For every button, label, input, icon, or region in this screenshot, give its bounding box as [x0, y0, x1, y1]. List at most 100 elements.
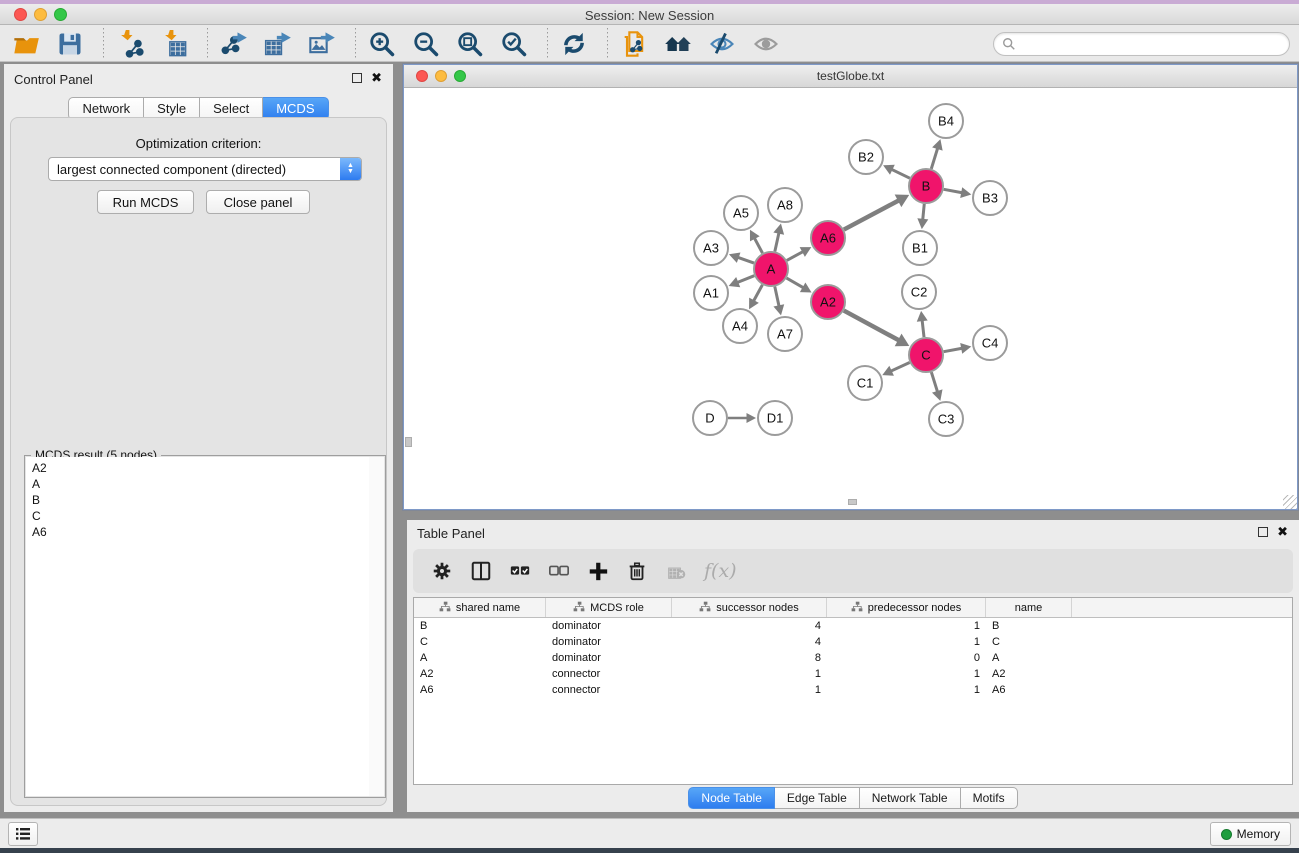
graph-edge-C-C1[interactable]	[891, 363, 910, 372]
table-cell[interactable]: B	[986, 620, 1072, 632]
table-cell[interactable]: dominator	[546, 636, 672, 648]
run-mcds-button[interactable]: Run MCDS	[97, 190, 194, 214]
eye-button[interactable]	[752, 30, 780, 58]
graph-edge-A-A7[interactable]	[775, 287, 779, 307]
table-cell[interactable]: A6	[986, 684, 1072, 696]
new-network-from-selection-icon[interactable]	[620, 30, 648, 63]
graph-edge-B-B4[interactable]	[931, 148, 937, 169]
table-cell[interactable]: C	[414, 636, 546, 648]
select-all-icon[interactable]	[509, 560, 531, 587]
export-network-button[interactable]	[220, 30, 248, 58]
tab-edge-table[interactable]: Edge Table	[775, 787, 860, 809]
result-list-item[interactable]: C	[26, 508, 369, 524]
tab-network-table[interactable]: Network Table	[860, 787, 961, 809]
zoom-fit-button[interactable]	[456, 30, 484, 58]
zoom-out-button[interactable]	[412, 30, 440, 58]
table-row[interactable]: Bdominator41B	[414, 618, 1292, 634]
table-cell[interactable]: 1	[827, 684, 986, 696]
save-icon[interactable]	[56, 30, 84, 63]
split-panel-button[interactable]	[470, 560, 492, 582]
home-icon[interactable]	[664, 30, 692, 63]
close-panel-icon[interactable]: ✖	[371, 73, 382, 83]
table-cell[interactable]: dominator	[546, 652, 672, 664]
home-button[interactable]	[664, 30, 692, 58]
graph-edge-A6-B[interactable]	[844, 200, 899, 229]
deselect-all-button[interactable]	[548, 560, 570, 582]
table-cell[interactable]: 1	[827, 620, 986, 632]
network-canvas[interactable]: B4B2BB3A8A5A6A3B1AA1C2A2A4A7C4CC1C3DD1	[404, 88, 1297, 509]
table-row[interactable]: Adominator80A	[414, 650, 1292, 666]
refresh-icon[interactable]	[560, 30, 588, 63]
result-list-item[interactable]: A2	[26, 460, 369, 476]
graph-edge-A-A2[interactable]	[787, 278, 804, 288]
graph-edge-A-A5[interactable]	[754, 238, 762, 253]
table-cell[interactable]: 0	[827, 652, 986, 664]
graph-edge-B-B2[interactable]	[891, 169, 909, 178]
table-cell[interactable]: A	[414, 652, 546, 664]
split-panel-icon[interactable]	[470, 560, 492, 587]
open-folder-icon[interactable]	[12, 30, 40, 63]
graph-edge-C-C3[interactable]	[931, 372, 937, 392]
gear-icon[interactable]	[431, 560, 453, 587]
column-header-shared-name[interactable]: shared name	[414, 598, 546, 617]
export-image-button[interactable]	[308, 30, 336, 58]
column-header-predecessor-nodes[interactable]: predecessor nodes	[827, 598, 986, 617]
memory-button[interactable]: Memory	[1210, 822, 1291, 846]
zoom-out-icon[interactable]	[412, 30, 440, 63]
criterion-dropdown[interactable]: largest connected component (directed) ▲…	[48, 157, 362, 181]
graph-edge-A2-C[interactable]	[844, 311, 899, 341]
graph-edge-A-A4[interactable]	[754, 285, 763, 301]
export-table-button[interactable]	[264, 30, 292, 58]
table-cell[interactable]: A2	[414, 668, 546, 680]
network-vscroll-thumb[interactable]	[405, 437, 412, 447]
delete-button[interactable]	[626, 560, 648, 582]
close-panel-button[interactable]: Close panel	[206, 190, 310, 214]
table-float-panel-icon[interactable]	[1258, 527, 1268, 537]
graph-edge-A-A1[interactable]	[737, 276, 754, 283]
column-header-MCDS-role[interactable]: MCDS role	[546, 598, 672, 617]
export-table-icon[interactable]	[264, 30, 292, 63]
graph-edge-B-B3[interactable]	[944, 189, 962, 192]
network-hscroll-thumb[interactable]	[848, 499, 857, 505]
select-all-button[interactable]	[509, 560, 531, 582]
table-cell[interactable]: B	[414, 620, 546, 632]
search-box[interactable]	[993, 32, 1290, 56]
zoom-fit-icon[interactable]	[456, 30, 484, 63]
table-row[interactable]: A2connector11A2	[414, 666, 1292, 682]
graph-edge-C-C4[interactable]	[944, 348, 962, 351]
table-cell[interactable]: 1	[827, 668, 986, 680]
import-network-icon[interactable]	[116, 30, 144, 63]
export-image-icon[interactable]	[308, 30, 336, 63]
graph-edge-C-C2[interactable]	[922, 320, 924, 337]
save-button[interactable]	[56, 30, 84, 58]
table-cell[interactable]: 1	[672, 668, 827, 680]
add-button[interactable]	[587, 560, 609, 582]
graph-edge-A-A8[interactable]	[775, 233, 779, 252]
result-list-scrollbar[interactable]	[369, 457, 384, 796]
task-history-button[interactable]	[8, 822, 38, 846]
table-cell[interactable]: C	[986, 636, 1072, 648]
import-network-button[interactable]	[116, 30, 144, 58]
delete-icon[interactable]	[626, 560, 648, 587]
open-folder-button[interactable]	[12, 30, 40, 58]
zoom-in-icon[interactable]	[368, 30, 396, 63]
table-row[interactable]: Cdominator41C	[414, 634, 1292, 650]
zoom-in-button[interactable]	[368, 30, 396, 58]
refresh-button[interactable]	[560, 30, 588, 58]
import-table-button[interactable]	[160, 30, 188, 58]
float-panel-icon[interactable]	[352, 73, 362, 83]
table-cell[interactable]: 8	[672, 652, 827, 664]
result-list-item[interactable]: A6	[26, 524, 369, 540]
table-cell[interactable]: dominator	[546, 620, 672, 632]
hide-panels-icon[interactable]	[708, 30, 736, 63]
add-icon[interactable]	[587, 560, 609, 587]
hide-panels-button[interactable]	[708, 30, 736, 58]
table-cell[interactable]: connector	[546, 684, 672, 696]
network-resize-grip[interactable]	[1283, 495, 1297, 509]
table-close-panel-icon[interactable]: ✖	[1277, 527, 1288, 537]
table-row[interactable]: A6connector11A6	[414, 682, 1292, 698]
tab-motifs[interactable]: Motifs	[961, 787, 1018, 809]
result-list-item[interactable]: B	[26, 492, 369, 508]
column-header-name[interactable]: name	[986, 598, 1072, 617]
table-cell[interactable]: connector	[546, 668, 672, 680]
